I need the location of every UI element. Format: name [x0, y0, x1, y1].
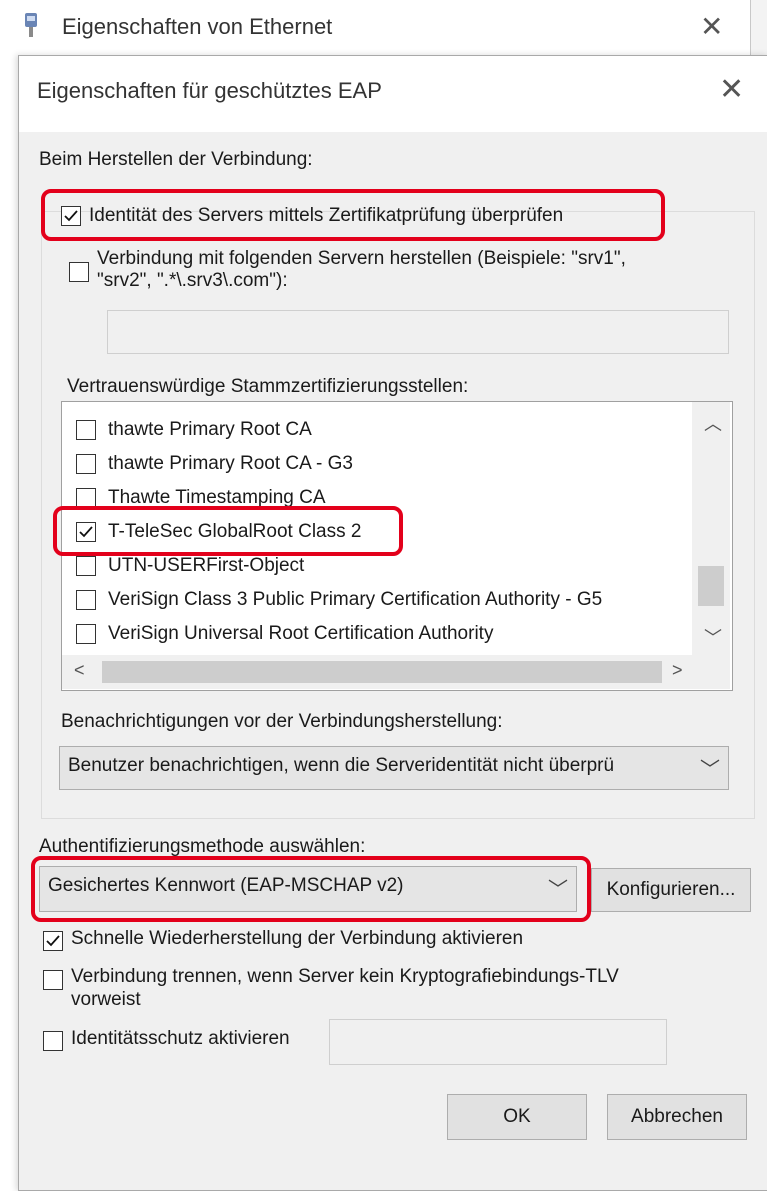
ca-label: UTN-USERFirst-Object — [108, 555, 305, 576]
identity-privacy-input[interactable] — [329, 1019, 667, 1065]
connect-servers-label-line1: Verbindung mit folgenden Servern herstel… — [97, 248, 626, 269]
highlight-auth-method — [31, 856, 591, 922]
ca-label: thawte Primary Root CA — [108, 419, 312, 440]
back-close-icon[interactable]: ✕ — [700, 10, 723, 43]
connect-servers-checkbox[interactable] — [69, 262, 89, 282]
list-item[interactable]: VeriSign Universal Root Certification Au… — [62, 618, 692, 650]
dialog-close-icon[interactable]: ✕ — [719, 72, 744, 107]
horizontal-scroll-thumb[interactable] — [102, 661, 662, 683]
configure-button[interactable]: Konfigurieren... — [591, 868, 751, 912]
ca-checkbox[interactable] — [76, 624, 96, 644]
ca-label: VeriSign Class 3 Public Primary Certific… — [108, 589, 603, 610]
vertical-scrollbar[interactable]: ︿ ﹀ — [692, 402, 730, 655]
ca-checkbox[interactable] — [76, 556, 96, 576]
back-window-title: Eigenschaften von Ethernet — [62, 14, 333, 39]
ca-checkbox[interactable] — [76, 488, 96, 508]
cancel-button[interactable]: Abbrechen — [607, 1094, 747, 1140]
scroll-up-icon[interactable]: ︿ — [704, 410, 722, 436]
back-window-titlebar: Eigenschaften von Ethernet ✕ — [0, 0, 750, 52]
auth-method-heading: Authentifizierungsmethode auswählen: — [39, 836, 366, 857]
identity-privacy-label: Identitätsschutz aktivieren — [71, 1028, 290, 1049]
highlight-telesec-cert — [53, 506, 403, 556]
ca-checkbox[interactable] — [76, 590, 96, 610]
disconnect-tlv-label-line1: Verbindung trennen, wenn Server kein Kry… — [71, 966, 619, 987]
scroll-down-icon[interactable]: ﹀ — [704, 624, 722, 650]
trusted-ca-heading: Vertrauenswürdige Stammzertifizierungsst… — [67, 376, 469, 397]
horizontal-scrollbar[interactable]: < > — [62, 655, 730, 689]
ca-label: VeriSign Universal Root Certification Au… — [108, 623, 494, 644]
list-item[interactable]: thawte Primary Root CA - G3 — [62, 448, 692, 480]
checkmark-icon — [46, 935, 60, 947]
fast-reconnect-label: Schnelle Wiederherstellung der Verbindun… — [71, 928, 524, 949]
list-item[interactable]: VeriSign Class 3 Public Primary Certific… — [62, 584, 692, 616]
highlight-verify-identity — [41, 189, 665, 241]
scroll-right-icon[interactable]: > — [672, 660, 683, 681]
notifications-heading: Benachrichtigungen vor der Verbindungshe… — [61, 711, 503, 732]
connect-servers-label-line2: "srv2", ".*\.srv3\.com"): — [97, 270, 288, 291]
ethernet-device-icon — [25, 13, 37, 37]
dialog-title: Eigenschaften für geschütztes EAP — [37, 78, 382, 103]
notifications-dropdown[interactable]: Benutzer benachrichtigen, wenn die Serve… — [59, 746, 729, 790]
servers-input[interactable] — [107, 310, 729, 354]
ca-checkbox[interactable] — [76, 454, 96, 474]
disconnect-tlv-label-line2: vorweist — [71, 989, 141, 1010]
list-item[interactable]: thawte Primary Root CA — [62, 414, 692, 446]
vertical-scroll-thumb[interactable] — [698, 566, 724, 606]
chevron-down-icon: ﹀ — [700, 759, 720, 781]
ca-checkbox[interactable] — [76, 420, 96, 440]
notifications-value: Benutzer benachrichtigen, wenn die Serve… — [68, 755, 615, 776]
peap-properties-dialog: Eigenschaften für geschütztes EAP ✕ Beim… — [18, 55, 767, 1191]
fast-reconnect-checkbox[interactable] — [43, 931, 63, 951]
dialog-titlebar: Eigenschaften für geschütztes EAP ✕ — [19, 56, 767, 132]
identity-privacy-checkbox[interactable] — [43, 1031, 63, 1051]
disconnect-tlv-checkbox[interactable] — [43, 970, 63, 990]
scroll-left-icon[interactable]: < — [74, 660, 85, 681]
ok-button[interactable]: OK — [447, 1094, 587, 1140]
ca-label: thawte Primary Root CA - G3 — [108, 453, 353, 474]
connection-heading: Beim Herstellen der Verbindung: — [39, 149, 313, 170]
